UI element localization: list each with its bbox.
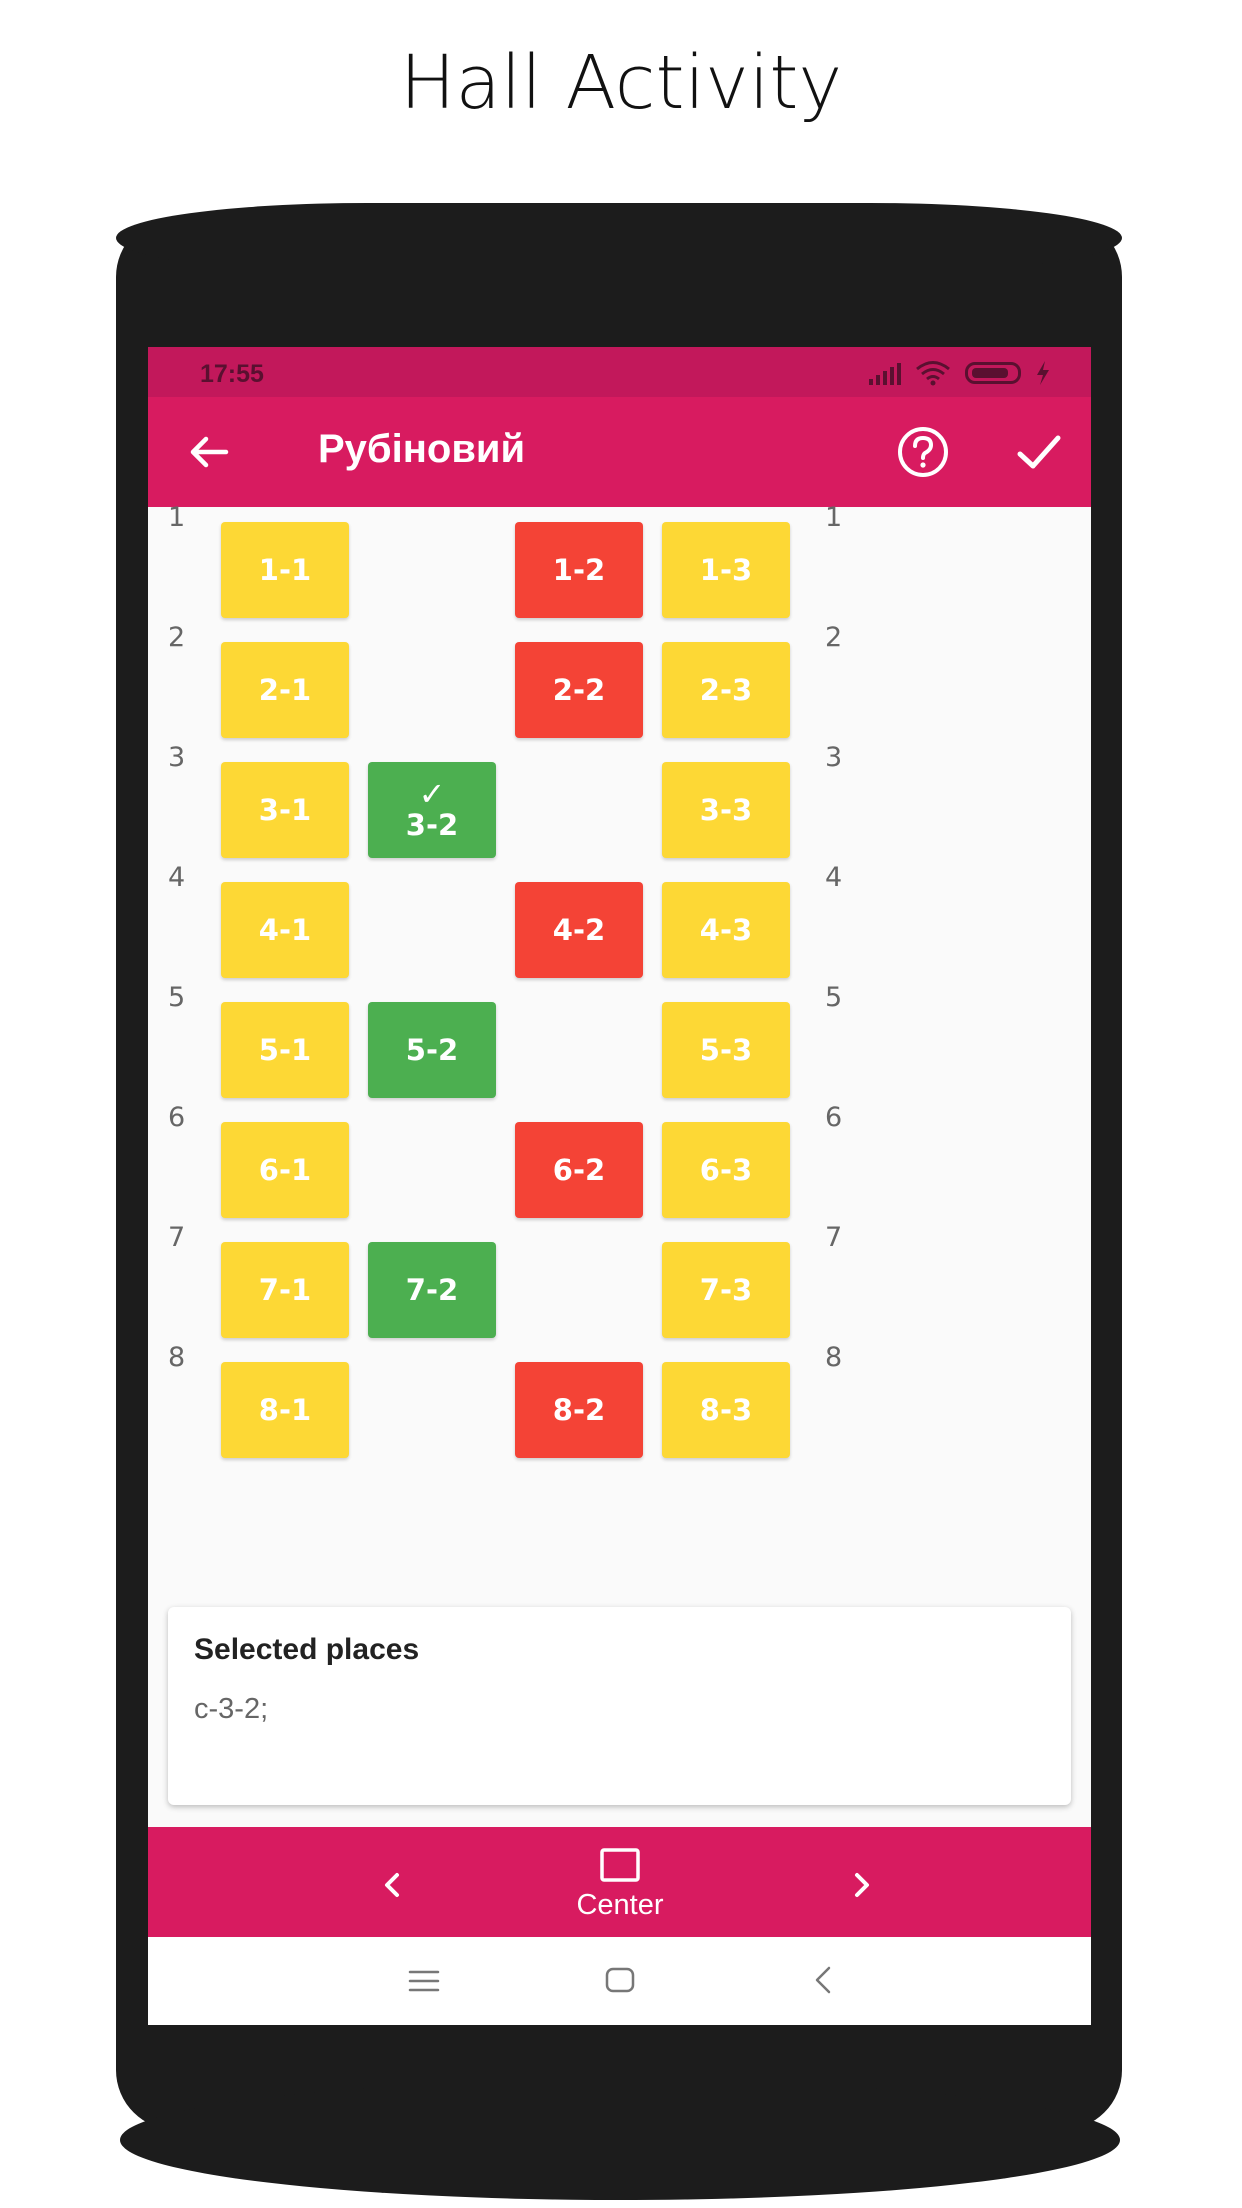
row-number-right: 7 — [825, 1222, 843, 1253]
screen-title: Рубіновий — [318, 427, 526, 471]
seat-label: 2-3 — [699, 673, 753, 707]
square-icon — [600, 1848, 640, 1882]
help-icon[interactable] — [896, 425, 950, 479]
row-number-right: 4 — [825, 862, 843, 893]
seat-label: 8-2 — [552, 1393, 606, 1427]
seat-7-1[interactable]: 7-1 — [221, 1242, 349, 1338]
selected-places-card: Selected places c-3-2; — [168, 1607, 1071, 1805]
chevron-right-icon[interactable] — [842, 1865, 882, 1905]
selected-places-title: Selected places — [194, 1633, 420, 1666]
seat-5-3[interactable]: 5-3 — [662, 1002, 790, 1098]
row-number-left: 4 — [168, 862, 186, 893]
back-icon[interactable] — [808, 1963, 838, 1997]
seat-6-2[interactable]: 6-2 — [515, 1122, 643, 1218]
seat-5-2[interactable]: 5-2 — [368, 1002, 496, 1098]
row-number-right: 8 — [825, 1342, 843, 1373]
row-number-left: 3 — [168, 742, 186, 773]
seat-4-1[interactable]: 4-1 — [221, 882, 349, 978]
row-number-left: 1 — [168, 502, 186, 533]
seat-label: 6-1 — [258, 1153, 312, 1187]
center-button[interactable]: Center — [558, 1847, 682, 1927]
signal-icon — [869, 361, 901, 385]
bottom-bar: Center — [148, 1827, 1091, 1937]
seat-1-2[interactable]: 1-2 — [515, 522, 643, 618]
seat-label: 3-2 — [405, 808, 459, 842]
row-number-left: 6 — [168, 1102, 186, 1133]
seat-label: 4-1 — [258, 913, 312, 947]
battery-icon — [965, 362, 1021, 384]
seat-6-1[interactable]: 6-1 — [221, 1122, 349, 1218]
screenshot-caption: Hall Activity — [399, 40, 843, 126]
seat-label: 7-1 — [258, 1273, 312, 1307]
seat-4-2[interactable]: 4-2 — [515, 882, 643, 978]
seat-label: 5-3 — [699, 1033, 753, 1067]
seat-2-1[interactable]: 2-1 — [221, 642, 349, 738]
row-number-left: 8 — [168, 1342, 186, 1373]
chevron-left-icon[interactable] — [372, 1865, 412, 1905]
seat-7-2[interactable]: 7-2 — [368, 1242, 496, 1338]
row-number-left: 7 — [168, 1222, 186, 1253]
wifi-icon — [916, 361, 950, 386]
seat-8-1[interactable]: 8-1 — [221, 1362, 349, 1458]
seat-3-2[interactable]: ✓ 3-2 — [368, 762, 496, 858]
phone-frame-bottom — [120, 2080, 1120, 2200]
seat-label: 7-2 — [405, 1273, 459, 1307]
selected-places-value: c-3-2; — [194, 1693, 269, 1725]
seat-2-2[interactable]: 2-2 — [515, 642, 643, 738]
seat-label: 1-1 — [258, 553, 312, 587]
row-number-right: 2 — [825, 622, 843, 653]
seat-label: 7-3 — [699, 1273, 753, 1307]
check-icon[interactable] — [1014, 427, 1064, 477]
seat-5-1[interactable]: 5-1 — [221, 1002, 349, 1098]
seat-label: 8-3 — [699, 1393, 753, 1427]
seat-1-3[interactable]: 1-3 — [662, 522, 790, 618]
seat-label: 6-2 — [552, 1153, 606, 1187]
seat-7-3[interactable]: 7-3 — [662, 1242, 790, 1338]
row-number-right: 1 — [825, 502, 843, 533]
seat-3-1[interactable]: 3-1 — [221, 762, 349, 858]
seat-label: 4-3 — [699, 913, 753, 947]
seat-label: 3-1 — [258, 793, 312, 827]
row-number-right: 5 — [825, 982, 843, 1013]
seat-2-3[interactable]: 2-3 — [662, 642, 790, 738]
seat-label: 6-3 — [699, 1153, 753, 1187]
center-label: Center — [576, 1889, 664, 1921]
seat-label: 1-2 — [552, 553, 606, 587]
row-number-right: 3 — [825, 742, 843, 773]
charging-icon — [1037, 361, 1049, 385]
seat-8-3[interactable]: 8-3 — [662, 1362, 790, 1458]
selected-check-icon: ✓ — [418, 775, 446, 813]
seat-label: 4-2 — [552, 913, 606, 947]
status-time: 17:55 — [200, 360, 264, 388]
status-icons — [869, 359, 1051, 387]
home-icon[interactable] — [604, 1965, 636, 1995]
status-bar: 17:55 — [148, 347, 1091, 397]
seat-label: 2-1 — [258, 673, 312, 707]
row-number-left: 5 — [168, 982, 186, 1013]
seat-label: 5-1 — [258, 1033, 312, 1067]
seat-label: 8-1 — [258, 1393, 312, 1427]
system-nav-bar — [148, 1937, 1091, 2025]
seat-label: 2-2 — [552, 673, 606, 707]
row-number-right: 6 — [825, 1102, 843, 1133]
menu-icon[interactable] — [406, 1965, 442, 1997]
app-bar: Рубіновий — [148, 397, 1091, 507]
seat-label: 5-2 — [405, 1033, 459, 1067]
back-arrow-icon[interactable] — [186, 429, 232, 475]
seat-6-3[interactable]: 6-3 — [662, 1122, 790, 1218]
seat-1-1[interactable]: 1-1 — [221, 522, 349, 618]
seat-4-3[interactable]: 4-3 — [662, 882, 790, 978]
seat-8-2[interactable]: 8-2 — [515, 1362, 643, 1458]
row-number-left: 2 — [168, 622, 186, 653]
seat-3-3[interactable]: 3-3 — [662, 762, 790, 858]
phone-screen: 17:55 Рубіновий 1 1 1-1 1-2 1-3 2 2 2-1 … — [148, 347, 1091, 2025]
seat-label: 3-3 — [699, 793, 753, 827]
seat-label: 1-3 — [699, 553, 753, 587]
